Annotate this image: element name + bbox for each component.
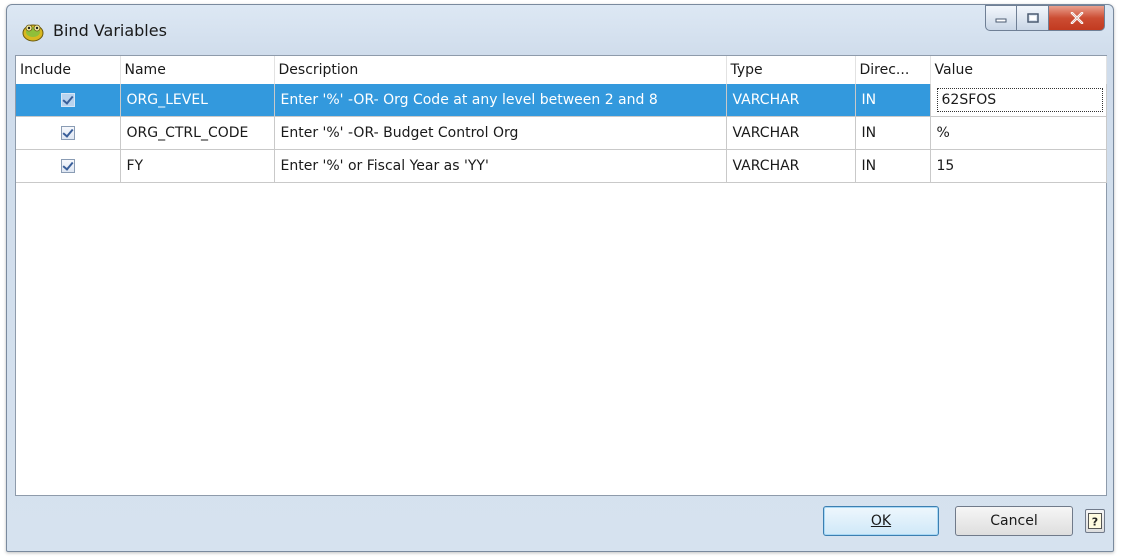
help-button[interactable]: ?: [1085, 509, 1105, 533]
include-checkbox[interactable]: [60, 126, 75, 140]
type-cell[interactable]: VARCHAR: [726, 84, 856, 117]
type-cell[interactable]: VARCHAR: [726, 116, 856, 150]
column-header-type[interactable]: Type: [726, 56, 856, 84]
column-header-name[interactable]: Name: [120, 56, 275, 84]
ok-button[interactable]: OK: [823, 506, 939, 536]
dialog-footer: OK Cancel ?: [15, 496, 1107, 546]
table-row[interactable]: ORG_LEVEL Enter '%' -OR- Org Code at any…: [16, 84, 1107, 117]
value-cell[interactable]: 62SFOS: [930, 84, 1107, 117]
column-header-value[interactable]: Value: [930, 56, 1107, 84]
include-cell[interactable]: [16, 149, 121, 183]
window-title: Bind Variables: [53, 21, 167, 40]
title-bar[interactable]: Bind Variables: [7, 5, 1113, 55]
bind-variables-grid-panel: Include Name Description Type Direc... V…: [15, 55, 1107, 496]
description-cell[interactable]: Enter '%' or Fiscal Year as 'YY': [274, 149, 727, 183]
minimize-button[interactable]: [985, 5, 1017, 31]
maximize-button[interactable]: [1017, 5, 1049, 31]
name-cell[interactable]: ORG_CTRL_CODE: [120, 116, 275, 150]
include-cell[interactable]: [16, 84, 121, 117]
direction-cell[interactable]: IN: [855, 116, 931, 150]
name-cell[interactable]: FY: [120, 149, 275, 183]
include-checkbox[interactable]: [60, 159, 75, 173]
column-header-description[interactable]: Description: [274, 56, 727, 84]
include-checkbox[interactable]: [60, 93, 75, 107]
minimize-icon: [995, 18, 1007, 23]
table-row[interactable]: ORG_CTRL_CODE Enter '%' -OR- Budget Cont…: [16, 116, 1107, 150]
help-icon: ?: [1088, 513, 1102, 529]
close-button[interactable]: [1049, 5, 1105, 31]
table-row[interactable]: FY Enter '%' or Fiscal Year as 'YY' VARC…: [16, 149, 1107, 183]
value-cell[interactable]: 15: [930, 149, 1107, 183]
name-cell[interactable]: ORG_LEVEL: [120, 84, 275, 117]
close-icon: [1070, 12, 1083, 24]
direction-cell[interactable]: IN: [855, 84, 931, 117]
cancel-button[interactable]: Cancel: [955, 506, 1073, 536]
bind-variables-dialog: Bind Variables Include Name Description: [6, 4, 1114, 552]
ok-button-label: OK: [870, 513, 892, 529]
description-cell[interactable]: Enter '%' -OR- Org Code at any level bet…: [274, 84, 727, 117]
direction-cell[interactable]: IN: [855, 149, 931, 183]
bind-variables-grid[interactable]: Include Name Description Type Direc... V…: [16, 56, 1107, 183]
description-cell[interactable]: Enter '%' -OR- Budget Control Org: [274, 116, 727, 150]
toad-app-icon: [22, 24, 44, 42]
column-header-direction[interactable]: Direc...: [855, 56, 931, 84]
type-cell[interactable]: VARCHAR: [726, 149, 856, 183]
column-header-include[interactable]: Include: [16, 56, 121, 84]
maximize-icon: [1026, 13, 1039, 23]
grid-header-row: Include Name Description Type Direc... V…: [16, 56, 1107, 84]
value-cell[interactable]: %: [930, 116, 1107, 150]
window-controls: [985, 5, 1105, 31]
include-cell[interactable]: [16, 116, 121, 150]
value-editor[interactable]: 62SFOS: [936, 88, 1103, 112]
svg-text:?: ?: [1092, 516, 1098, 529]
